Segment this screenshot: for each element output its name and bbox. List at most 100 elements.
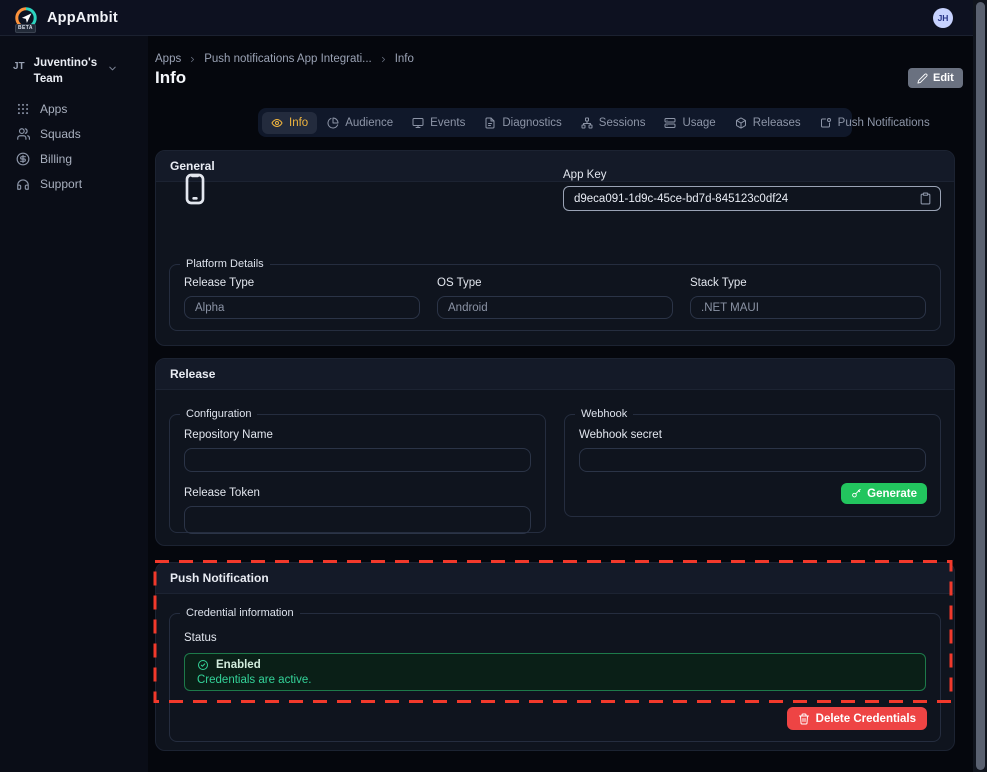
page-title: Info bbox=[155, 68, 186, 88]
webhook-legend: Webhook bbox=[575, 408, 633, 420]
credential-information-legend: Credential information bbox=[180, 607, 300, 619]
scrollbar-thumb[interactable] bbox=[976, 2, 985, 770]
release-card-header: Release bbox=[156, 359, 954, 390]
brand-name: AppAmbit bbox=[47, 10, 118, 26]
eye-icon bbox=[271, 117, 283, 129]
tab-label: Diagnostics bbox=[502, 117, 561, 129]
platform-fields: Release Type OS Type Stack Type bbox=[184, 270, 926, 319]
repository-name-label: Repository Name bbox=[184, 429, 531, 441]
network-icon bbox=[581, 117, 593, 129]
file-text-icon bbox=[484, 117, 496, 129]
tab-label: Audience bbox=[345, 117, 393, 129]
release-card: Release Configuration Repository Name Re… bbox=[155, 358, 955, 546]
status-badge: Enabled Credentials are active. bbox=[184, 653, 926, 691]
tab-label: Events bbox=[430, 117, 465, 129]
configuration-legend: Configuration bbox=[180, 408, 257, 420]
platform-field-stack-type: Stack Type bbox=[690, 277, 926, 319]
tab-label: Releases bbox=[753, 117, 801, 129]
tab-label: Push Notifications bbox=[838, 117, 930, 129]
release-type-input[interactable] bbox=[184, 296, 420, 319]
pencil-icon bbox=[917, 73, 928, 84]
generate-button[interactable]: Generate bbox=[841, 483, 927, 504]
breadcrumb-item-info: Info bbox=[395, 53, 414, 65]
sidebar-item-billing[interactable]: Billing bbox=[0, 146, 148, 171]
breadcrumb-item-apps[interactable]: Apps bbox=[155, 53, 181, 65]
breadcrumb-item-push-notifications-app-integrati[interactable]: Push notifications App Integrati... bbox=[204, 53, 372, 65]
credential-information-fieldset: Credential information Status Enabled Cr… bbox=[169, 607, 941, 742]
grid-icon bbox=[16, 102, 30, 116]
sidebar-item-apps[interactable]: Apps bbox=[0, 96, 148, 121]
app-key-row bbox=[563, 186, 941, 211]
team-selector[interactable]: JT Juventino's Team bbox=[13, 56, 137, 87]
push-card-header: Push Notification bbox=[156, 563, 954, 594]
sidebar-nav: Apps Squads Billing Support bbox=[0, 96, 148, 196]
tab-bar: Info Audience Events Diagnostics Sessions Usa… bbox=[258, 108, 852, 137]
pie-chart-icon bbox=[327, 117, 339, 129]
trash-icon bbox=[798, 713, 810, 725]
tab-releases[interactable]: Releases bbox=[726, 112, 810, 134]
check-circle-icon bbox=[197, 659, 209, 671]
app-screen: BETA AppAmbit JH JT Juventino's Team App… bbox=[0, 0, 987, 772]
repository-name-input[interactable] bbox=[184, 448, 531, 472]
status-detail: Credentials are active. bbox=[197, 674, 913, 686]
tab-audience[interactable]: Audience bbox=[318, 112, 402, 134]
copy-icon[interactable] bbox=[919, 192, 932, 205]
edit-button-label: Edit bbox=[933, 72, 954, 84]
webhook-secret-input[interactable] bbox=[579, 448, 926, 472]
tab-push-notifications[interactable]: Push Notifications bbox=[811, 112, 939, 134]
sidebar: JT Juventino's Team Apps Squads Billing Sup… bbox=[0, 36, 148, 772]
breadcrumb: Apps Push notifications App Integrati... I… bbox=[155, 53, 414, 65]
platform-field-label: Release Type bbox=[184, 277, 420, 289]
general-card: General App Key Platform Details Release… bbox=[155, 150, 955, 346]
tab-sessions[interactable]: Sessions bbox=[572, 112, 655, 134]
chevron-right-icon bbox=[379, 55, 388, 64]
stack-type-input[interactable] bbox=[690, 296, 926, 319]
topbar: BETA AppAmbit JH bbox=[0, 0, 987, 36]
chevron-down-icon bbox=[107, 63, 118, 74]
sidebar-item-support[interactable]: Support bbox=[0, 171, 148, 196]
sidebar-item-squads[interactable]: Squads bbox=[0, 121, 148, 146]
push-notification-card: Push Notification Credential information… bbox=[155, 562, 955, 751]
app-key-input[interactable] bbox=[563, 186, 941, 211]
release-token-label: Release Token bbox=[184, 487, 531, 499]
sidebar-item-label: Support bbox=[40, 177, 82, 191]
configuration-fieldset: Configuration Repository Name Release To… bbox=[169, 408, 546, 533]
key-icon bbox=[851, 488, 862, 499]
tab-diagnostics[interactable]: Diagnostics bbox=[475, 112, 570, 134]
user-avatar[interactable]: JH bbox=[933, 8, 953, 28]
server-icon bbox=[664, 117, 676, 129]
platform-field-label: OS Type bbox=[437, 277, 673, 289]
smartphone-icon bbox=[179, 166, 211, 212]
app-key-label: App Key bbox=[563, 169, 606, 181]
appambit-logo: BETA bbox=[14, 6, 38, 30]
tab-label: Sessions bbox=[599, 117, 646, 129]
scrollbar-track[interactable] bbox=[973, 0, 987, 772]
general-card-header: General bbox=[156, 151, 954, 182]
delete-credentials-button[interactable]: Delete Credentials bbox=[787, 707, 927, 730]
generate-button-label: Generate bbox=[867, 488, 917, 500]
platform-field-release-type: Release Type bbox=[184, 277, 420, 319]
platform-field-label: Stack Type bbox=[690, 277, 926, 289]
edit-button[interactable]: Edit bbox=[908, 68, 963, 88]
tab-usage[interactable]: Usage bbox=[655, 112, 724, 134]
package-icon bbox=[735, 117, 747, 129]
dollar-circle-icon bbox=[16, 152, 30, 166]
notification-icon bbox=[820, 117, 832, 129]
release-token-input[interactable] bbox=[184, 506, 531, 534]
platform-field-os-type: OS Type bbox=[437, 277, 673, 319]
users-icon bbox=[16, 127, 30, 141]
team-name: Juventino's Team bbox=[34, 56, 98, 87]
tab-info[interactable]: Info bbox=[262, 112, 317, 134]
platform-details-legend: Platform Details bbox=[180, 258, 270, 270]
os-type-input[interactable] bbox=[437, 296, 673, 319]
sidebar-item-label: Squads bbox=[40, 127, 81, 141]
tab-label: Info bbox=[289, 117, 308, 129]
sidebar-item-label: Billing bbox=[40, 152, 72, 166]
monitor-icon bbox=[412, 117, 424, 129]
status-label: Status bbox=[184, 632, 926, 644]
delete-credentials-label: Delete Credentials bbox=[816, 713, 916, 725]
webhook-secret-label: Webhook secret bbox=[579, 429, 926, 441]
sidebar-item-label: Apps bbox=[40, 102, 67, 116]
beta-badge: BETA bbox=[15, 24, 36, 33]
tab-events[interactable]: Events bbox=[403, 112, 474, 134]
